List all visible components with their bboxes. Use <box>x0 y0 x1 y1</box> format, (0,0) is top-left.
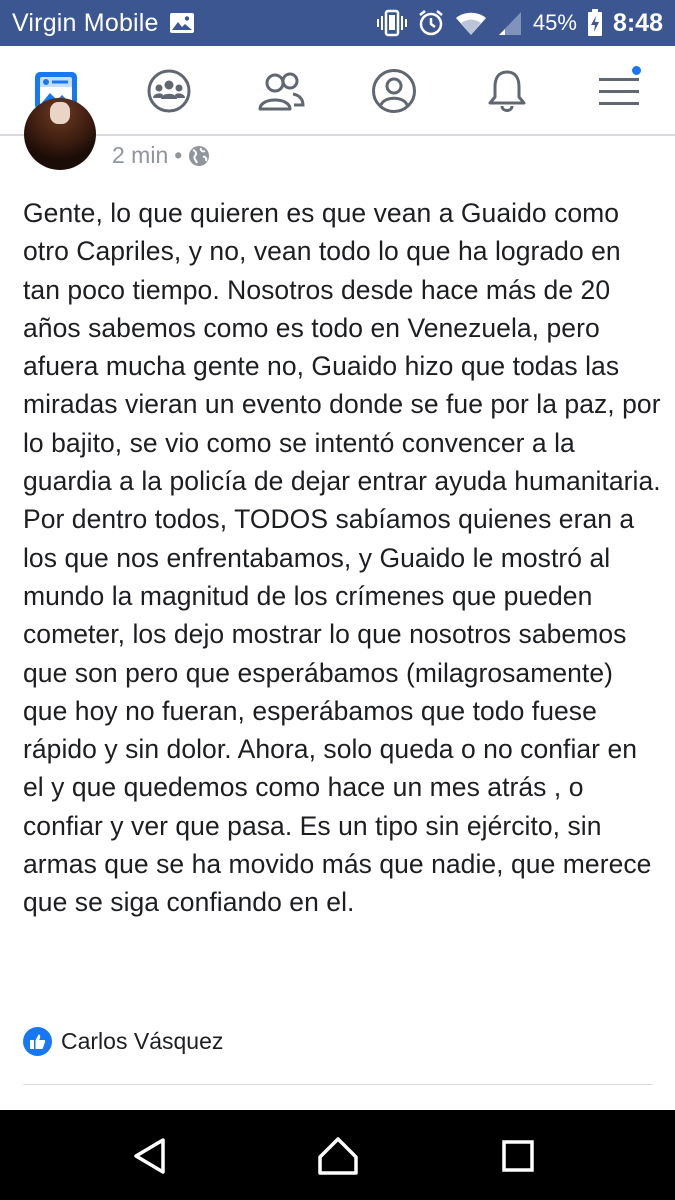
post-text: Gente, lo que quieren es que vean a Guai… <box>23 198 661 918</box>
signal-icon <box>498 12 521 35</box>
meta-separator: • <box>174 142 183 168</box>
vibrate-icon <box>376 9 407 37</box>
carrier-name: Virgin Mobile <box>12 8 159 37</box>
post-divider <box>23 1084 653 1085</box>
reactions-bar[interactable]: Carlos Vásquez <box>23 1027 223 1056</box>
profile-icon[interactable] <box>369 66 419 116</box>
status-bar: Virgin Mobile 45% 8:48 <box>0 0 675 46</box>
friends-icon[interactable] <box>256 66 306 116</box>
android-nav-bar <box>0 1110 675 1200</box>
avatar[interactable] <box>24 98 96 170</box>
wifi-icon <box>455 12 486 35</box>
home-icon[interactable] <box>316 1134 360 1178</box>
facebook-nav-bar <box>0 46 675 136</box>
menu-notification-dot <box>630 64 643 77</box>
like-icon <box>23 1027 52 1056</box>
battery-icon <box>587 9 602 36</box>
globe-icon <box>189 145 210 166</box>
menu-icon[interactable] <box>594 64 644 116</box>
notifications-icon[interactable] <box>482 66 532 116</box>
image-icon <box>169 13 194 33</box>
reactor-name: Carlos Vásquez <box>61 1028 224 1054</box>
battery-percent: 45% <box>532 10 577 35</box>
groups-icon[interactable] <box>144 66 194 116</box>
alarm-icon <box>419 10 443 36</box>
clock: 8:48 <box>612 8 663 37</box>
post-time[interactable]: 2 min <box>112 142 168 169</box>
recents-icon[interactable] <box>496 1134 540 1178</box>
back-icon[interactable] <box>128 1134 172 1178</box>
post-meta: 2 min • <box>112 142 210 169</box>
